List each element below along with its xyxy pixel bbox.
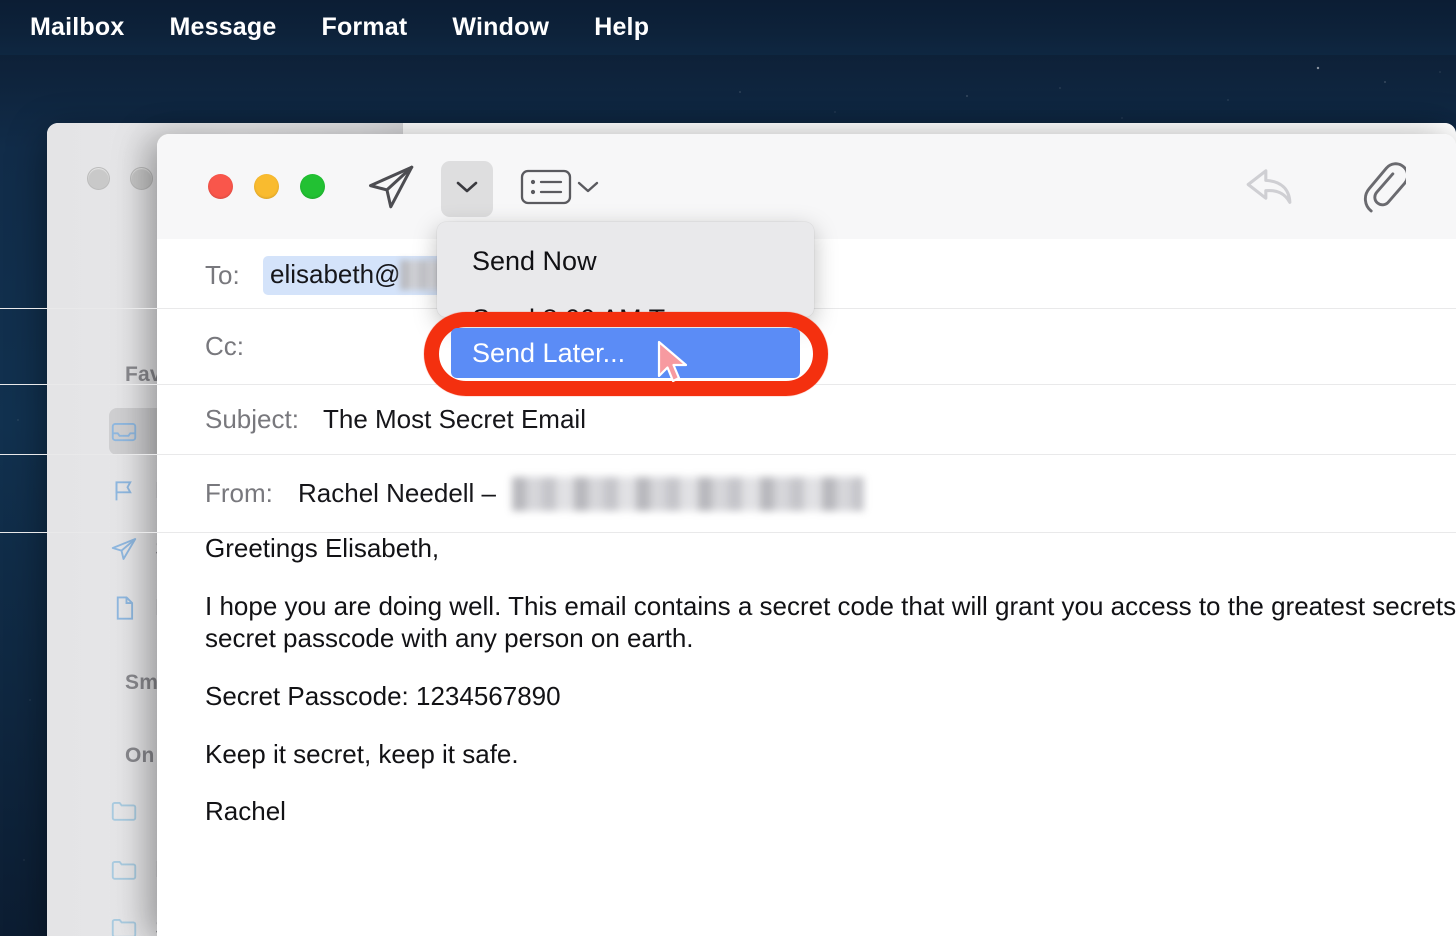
menu-item-send-later[interactable]: Send Later... [451,328,800,378]
message-body[interactable]: Greetings Elisabeth, I hope you are doin… [205,533,1456,827]
menu-item-format[interactable]: Format [321,13,429,42]
subject-field-value: The Most Secret Email [323,404,586,434]
send-later-row-wrapper: Send Later... [437,328,814,378]
menu-item-send-now[interactable]: Send Now [437,236,814,286]
minimize-button-inactive[interactable] [130,167,153,190]
close-button-inactive[interactable] [87,167,110,190]
paper-plane-send-icon [363,160,419,219]
folder-icon [109,855,139,885]
send-options-dropdown-button[interactable] [441,161,493,217]
reply-button[interactable] [1243,160,1299,218]
header-fields-button[interactable] [519,162,573,216]
menu-item-mailbox[interactable]: Mailbox [30,13,146,42]
body-paragraph-signature: Rachel [205,796,286,827]
header-fields-list-icon [519,165,573,214]
menu-bar: Mailbox Message Format Window Help [0,0,1456,55]
chevron-down-icon [575,178,601,201]
send-options-menu: Send Now Send 8:00 AM Tomorrow [437,222,814,317]
attach-button[interactable] [1356,158,1410,221]
body-paragraph-warning: Keep it secret, keep it safe. [205,738,519,769]
menu-item-help[interactable]: Help [594,13,671,42]
paper-plane-icon [109,534,139,564]
chevron-down-icon [454,178,480,201]
close-button[interactable] [208,174,233,199]
maximize-button[interactable] [300,174,325,199]
from-field-row[interactable]: From: Rachel Needell – [0,455,1456,533]
folder-icon [109,796,139,826]
to-field-label: To: [205,260,240,290]
redacted-sender-email-blur [512,476,865,511]
to-field-value: elisabeth@ [270,259,401,289]
header-fields-dropdown-button[interactable] [575,170,601,208]
from-field-label: From: [205,478,273,508]
send-button[interactable] [360,160,422,218]
to-recipient-token[interactable]: elisabeth@ [263,256,459,295]
menu-item-window[interactable]: Window [452,13,571,42]
paperclip-icon [1358,158,1410,221]
from-field-value: Rachel Needell – [298,478,497,508]
document-icon [109,593,139,623]
compose-traffic-lights [208,174,325,199]
minimize-button[interactable] [254,174,279,199]
subject-field-label: Subject: [205,404,299,434]
mouse-cursor [657,340,693,393]
cc-field-label: Cc: [205,331,244,361]
folder-icon [109,913,139,936]
body-paragraph-greeting: Greetings Elisabeth, [205,533,440,563]
mail-window-traffic-lights [87,167,153,190]
menu-item-message[interactable]: Message [169,13,298,42]
body-paragraph-line1: I hope you are doing well. This email co… [205,590,1456,621]
body-paragraph-line2: secret passcode with any person on earth… [205,622,694,653]
body-paragraph-passcode: Secret Passcode: 1234567890 [205,680,561,711]
reply-arrow-icon [1242,160,1300,219]
